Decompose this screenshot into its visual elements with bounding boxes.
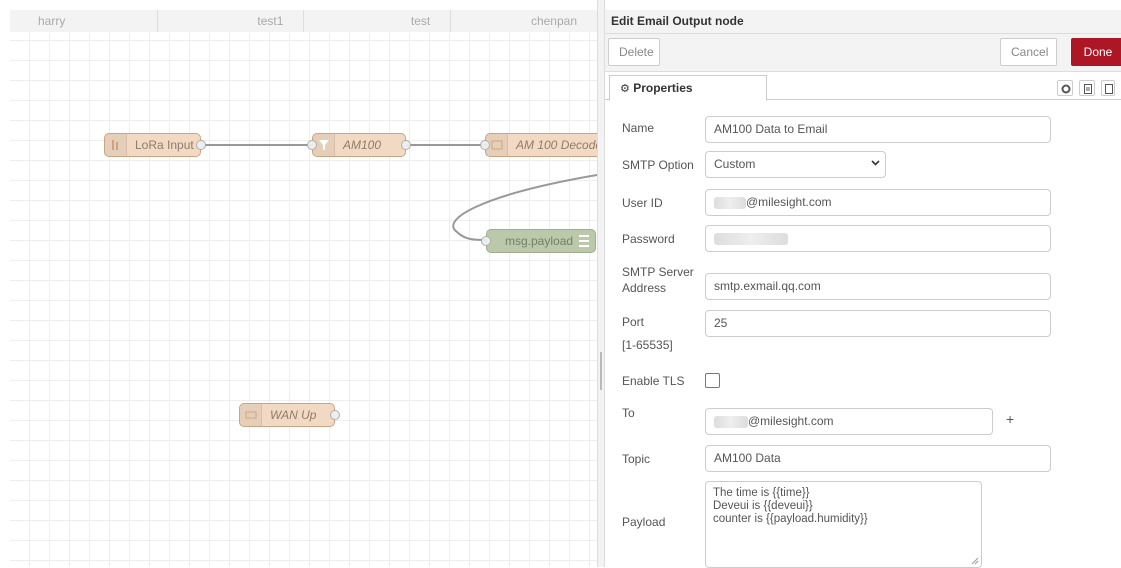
payload-line: counter is {{payload.humidity}} (713, 513, 868, 525)
port-label: Port [1-65535] (622, 314, 673, 353)
node-am100-decoder[interactable]: AM 100 Decoder (480, 133, 607, 157)
gear-icon: ⚙ (620, 83, 630, 95)
editor-title: Edit Email Output node (605, 10, 1121, 34)
tab-label: Properties (633, 81, 693, 95)
workspace-tab-test[interactable]: test (303, 10, 451, 32)
masked-password (714, 232, 788, 245)
smtp-option-value: Custom (714, 157, 756, 171)
redacted-text (714, 196, 746, 209)
node-label: AM 100 Decoder (516, 138, 607, 152)
workspace-tab-chenpan[interactable]: chenpan (450, 10, 597, 32)
node-wan-up[interactable]: WAN Up (239, 403, 340, 427)
node-label: WAN Up (270, 408, 317, 422)
port-input[interactable]: 25 (705, 310, 1051, 337)
smtp-option-label: SMTP Option (622, 158, 694, 172)
to-value: @milesight.com (748, 414, 834, 428)
workspace-tab-label: chenpan (530, 14, 577, 28)
node-editor-panel: Edit Email Output node Delete Cancel Don… (605, 0, 1121, 568)
input-port[interactable] (481, 236, 491, 246)
delete-button[interactable]: Delete (608, 38, 660, 66)
node-label: LoRa Input (135, 138, 194, 152)
add-recipient-button[interactable]: + (1006, 411, 1014, 427)
enable-tls-label: Enable TLS (622, 374, 685, 388)
enable-tls-checkbox[interactable] (705, 373, 720, 388)
password-input[interactable] (705, 225, 1051, 252)
topic-input[interactable]: AM100 Data (705, 445, 1051, 472)
payload-line: The time is {{time}} (713, 487, 810, 499)
done-button[interactable]: Done (1071, 38, 1121, 66)
payload-line: Deveui is {{deveui}} (713, 500, 813, 512)
payload-label: Payload (622, 515, 666, 529)
tab-properties[interactable]: ⚙ Properties (609, 75, 767, 101)
smtp-server-label-line1: SMTP Server (622, 265, 694, 279)
workspace-tab-label: harry (38, 14, 66, 28)
password-label: Password (622, 232, 675, 246)
workspace-tab-label: test1 (257, 14, 284, 28)
input-port[interactable] (480, 140, 490, 150)
resize-handle-icon[interactable] (971, 557, 979, 565)
editor-toolbar: Delete Cancel Done (605, 34, 1121, 72)
panel-splitter[interactable] (597, 0, 605, 567)
workspace-tab-harry[interactable]: harry (10, 10, 157, 32)
workspace-tab-label: test (410, 14, 431, 28)
cancel-button[interactable]: Cancel (1000, 38, 1057, 66)
debug-list-icon (579, 235, 589, 247)
wan-icon (240, 404, 262, 426)
node-label: AM100 (343, 138, 382, 152)
topic-label: Topic (622, 452, 651, 466)
smtp-server-label-line2: Address (622, 281, 667, 295)
node-label: msg.payload (505, 234, 574, 248)
smtp-option-select[interactable]: Custom (705, 151, 886, 178)
node-lora-input[interactable]: LoRa Input (104, 133, 206, 157)
name-label: Name (622, 121, 655, 135)
input-port[interactable] (307, 140, 317, 150)
workspace-tab-test1[interactable]: test1 (156, 10, 304, 32)
flow-workspace: harry test1 test chenpan LoRa Input AM10… (0, 0, 606, 567)
output-port[interactable] (330, 410, 340, 420)
user-id-value: @milesight.com (746, 195, 832, 209)
node-debug[interactable]: msg.payload (481, 229, 596, 253)
port-label-line1: Port (622, 315, 645, 329)
editor-tab-bar: ⚙ Properties (605, 72, 1121, 101)
payload-textarea[interactable]: The time is {{time}} Deveui is {{deveui}… (705, 481, 982, 568)
name-input[interactable]: AM100 Data to Email (705, 116, 1051, 143)
chevron-down-icon (871, 160, 880, 166)
port-label-line2: [1-65535] (622, 338, 673, 352)
lora-icon (105, 134, 127, 156)
node-am100-filter[interactable]: AM100 (307, 133, 411, 157)
gear-icon[interactable] (1057, 80, 1073, 96)
to-label: To (622, 406, 635, 420)
user-id-input[interactable]: @milesight.com (705, 189, 1051, 216)
output-port[interactable] (196, 140, 206, 150)
user-id-label: User ID (622, 196, 663, 210)
appearance-icon[interactable] (1101, 80, 1115, 96)
to-input[interactable]: @milesight.com (705, 408, 993, 435)
redacted-text (714, 415, 748, 428)
smtp-server-input[interactable]: smtp.exmail.qq.com (705, 273, 1051, 300)
workspace-tab-bar: harry test1 test chenpan (10, 10, 597, 32)
splitter-grip[interactable] (600, 352, 602, 390)
smtp-server-label: SMTP Server Address (622, 264, 694, 296)
output-port[interactable] (401, 140, 411, 150)
flow-canvas[interactable] (10, 33, 597, 567)
description-icon[interactable] (1079, 80, 1095, 96)
